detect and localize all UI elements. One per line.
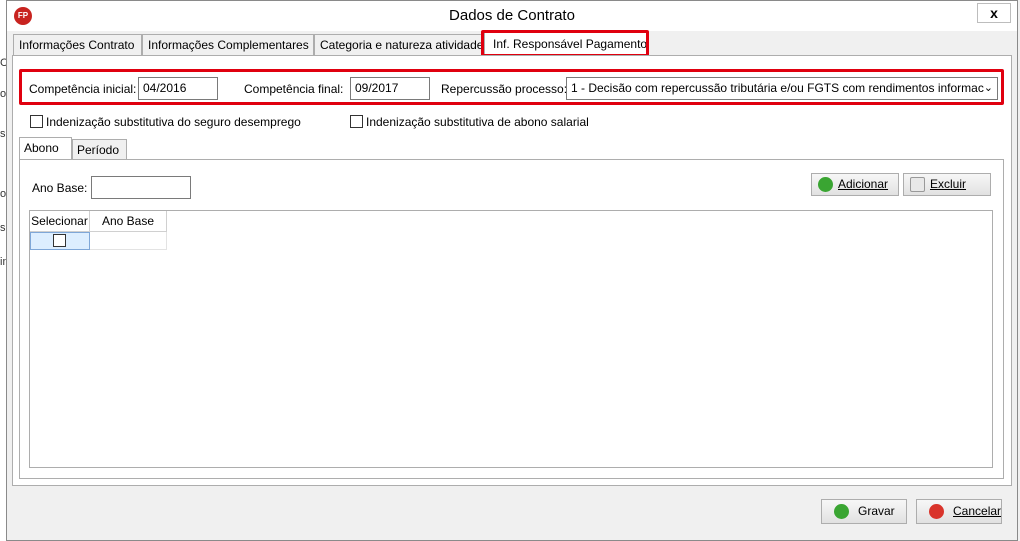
title-bar: FP Dados de Contrato x: [7, 1, 1017, 31]
subtab-periodo[interactable]: Período: [72, 139, 127, 160]
adicionar-label: Adicionar: [838, 177, 889, 191]
competencia-inicial-label: Competência inicial:: [29, 82, 137, 96]
excluir-label: Excluir: [930, 177, 967, 191]
tab-informacoes-complementares[interactable]: Informações Complementares: [142, 34, 314, 56]
competencia-inicial-input[interactable]: 04/2016: [138, 77, 218, 100]
adicionar-button[interactable]: Adicionar: [811, 173, 899, 196]
excluir-button[interactable]: Excluir: [903, 173, 991, 196]
cancelar-label: Cancelar: [953, 504, 1002, 518]
tab-informacoes-contrato[interactable]: Informações Contrato: [13, 34, 142, 56]
ano-base-grid: Selecionar Ano Base: [29, 210, 993, 468]
background-fragment: s: [0, 128, 6, 140]
grid-header-ano-base: Ano Base: [90, 211, 167, 232]
repercussao-processo-value: 1 - Decisão com repercussão tributária e…: [571, 81, 984, 95]
cancel-icon: [929, 504, 944, 519]
subtab-abono[interactable]: Abono: [19, 137, 72, 160]
indenizacao-seguro-checkbox[interactable]: [30, 115, 43, 128]
tab-categoria-natureza[interactable]: Categoria e natureza atividade: [314, 34, 484, 56]
indenizacao-abono-checkbox[interactable]: [350, 115, 363, 128]
grid-header-selecionar: Selecionar: [30, 211, 90, 232]
background-fragment: s: [0, 222, 6, 234]
ano-base-label: Ano Base:: [32, 181, 88, 195]
window-title: Dados de Contrato: [449, 7, 575, 24]
repercussao-processo-label: Repercussão processo:: [441, 82, 568, 96]
ano-base-input[interactable]: [91, 176, 191, 199]
indenizacao-seguro-label: Indenização substitutiva do seguro desem…: [46, 115, 301, 129]
indenizacao-abono-label: Indenização substitutiva de abono salari…: [366, 115, 589, 129]
chevron-down-icon: ⌄: [983, 82, 993, 94]
competencia-final-input[interactable]: 09/2017: [350, 77, 430, 100]
check-icon: [834, 504, 849, 519]
delete-document-icon: [910, 177, 925, 192]
competencia-final-label: Competência final:: [244, 82, 344, 96]
grid-cell-ano-base[interactable]: [90, 232, 167, 250]
grid-cell-selecionar[interactable]: [30, 232, 90, 250]
gravar-button[interactable]: Gravar: [821, 499, 907, 524]
dialog-window: FP Dados de Contrato x Informações Contr…: [6, 0, 1018, 541]
row-select-checkbox[interactable]: [53, 234, 66, 247]
add-icon: [818, 177, 833, 192]
cancelar-button[interactable]: Cancelar: [916, 499, 1002, 524]
gravar-label: Gravar: [858, 504, 895, 518]
repercussao-processo-select[interactable]: 1 - Decisão com repercussão tributária e…: [566, 77, 998, 100]
tab-inf-responsavel-pagamento[interactable]: Inf. Responsável Pagamento: [484, 32, 649, 57]
close-button[interactable]: x: [977, 3, 1011, 23]
